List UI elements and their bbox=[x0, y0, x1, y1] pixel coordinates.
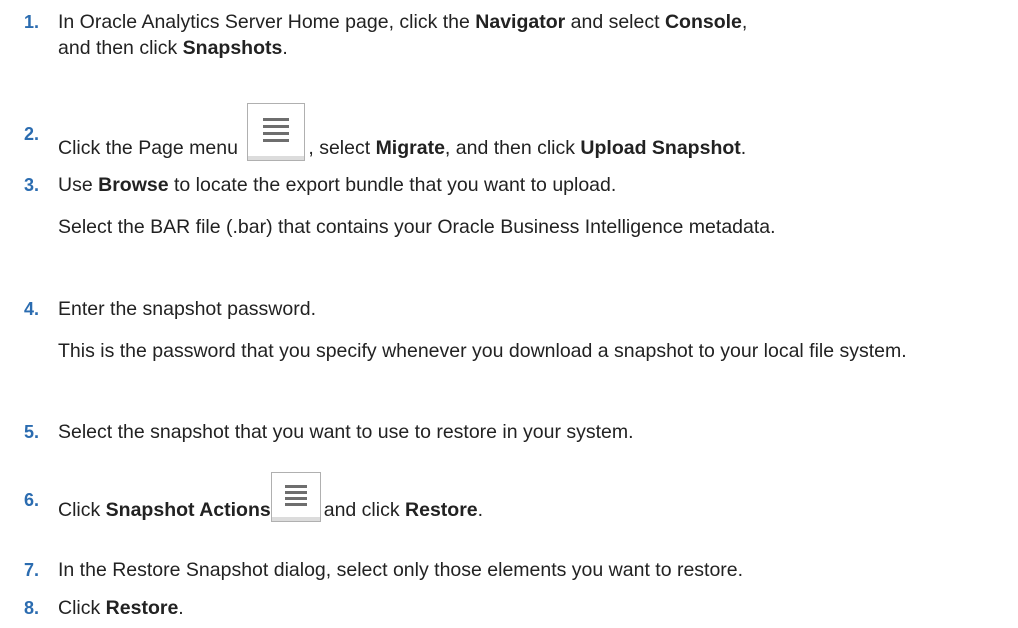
step-text: Click the Page menu , select Migrate, an… bbox=[58, 86, 1018, 178]
text-run: , select bbox=[308, 137, 376, 160]
snapshot-actions-menu-icon bbox=[270, 472, 321, 522]
ui-term-upload-snapshot: Upload Snapshot bbox=[580, 137, 741, 160]
step-number: 4. bbox=[24, 299, 40, 319]
ui-term-browse: Browse bbox=[98, 174, 169, 196]
step-text: In the Restore Snapshot dialog, select o… bbox=[58, 557, 1018, 583]
step-1: 1. In Oracle Analytics Server Home page,… bbox=[14, 9, 1018, 61]
step-number: 5. bbox=[24, 422, 40, 442]
step-5: 5. Select the snapshot that you want to … bbox=[14, 419, 1018, 445]
step-text: Use Browse to locate the export bundle t… bbox=[58, 172, 1018, 198]
text-run: . bbox=[740, 137, 747, 160]
text-run: Enter the snapshot password. bbox=[58, 298, 316, 320]
text-run: Click bbox=[58, 499, 106, 522]
step-text: In Oracle Analytics Server Home page, cl… bbox=[58, 9, 1018, 61]
text-run: In the Restore Snapshot dialog, select o… bbox=[58, 559, 744, 581]
step-6: 6. Click Snapshot Actions and click Rest… bbox=[14, 456, 1018, 522]
text-run: Click bbox=[58, 597, 106, 619]
step-number: 3. bbox=[24, 175, 40, 195]
text-run: Click the Page menu bbox=[58, 137, 244, 160]
ui-term-console: Console bbox=[664, 11, 742, 33]
step-number: 6. bbox=[24, 490, 40, 510]
step-number: 1. bbox=[24, 12, 40, 32]
text-run: . bbox=[282, 37, 288, 59]
step-text: Click Restore. bbox=[58, 595, 1018, 621]
ui-term-restore: Restore bbox=[105, 597, 179, 619]
step-number: 8. bbox=[24, 598, 40, 618]
text-run: , and then click bbox=[444, 137, 581, 160]
text-run: . bbox=[477, 499, 484, 522]
text-run: Select the snapshot that you want to use… bbox=[58, 421, 634, 443]
step-4: 4. Enter the snapshot password. bbox=[14, 296, 1018, 322]
page-menu-icon bbox=[247, 103, 306, 161]
text-run: In Oracle Analytics Server Home page, cl… bbox=[58, 11, 476, 33]
step-number: 7. bbox=[24, 560, 40, 580]
text-run: , bbox=[741, 11, 748, 33]
step-3-detail: Select the BAR file (.bar) that contains… bbox=[58, 216, 776, 238]
step-text: Click Snapshot Actions and click Restore… bbox=[58, 456, 1018, 536]
step-2: 2. Click the Page menu , select Migrate,… bbox=[14, 86, 1018, 161]
step-4-detail: This is the password that you specify wh… bbox=[58, 340, 907, 362]
text-run: and select bbox=[565, 11, 665, 33]
ui-term-restore: Restore bbox=[405, 499, 478, 522]
ui-term-snapshots: Snapshots bbox=[182, 37, 283, 59]
text-run: and then click bbox=[58, 37, 183, 59]
text-run: Use bbox=[58, 174, 99, 196]
step-8: 8. Click Restore. bbox=[14, 595, 1018, 621]
step-number: 2. bbox=[24, 124, 40, 144]
step-text: Select the snapshot that you want to use… bbox=[58, 419, 1018, 445]
text-run: to locate the export bundle that you wan… bbox=[168, 174, 617, 196]
text-run: . bbox=[178, 597, 184, 619]
ui-term-snapshot-actions: Snapshot Actions bbox=[105, 499, 271, 522]
step-3: 3. Use Browse to locate the export bundl… bbox=[14, 172, 1018, 198]
step-7: 7. In the Restore Snapshot dialog, selec… bbox=[14, 557, 1018, 583]
text-run: and click bbox=[323, 499, 406, 522]
ui-term-navigator: Navigator bbox=[475, 11, 566, 33]
ui-term-migrate: Migrate bbox=[375, 137, 445, 160]
step-text: Enter the snapshot password. bbox=[58, 296, 1018, 322]
